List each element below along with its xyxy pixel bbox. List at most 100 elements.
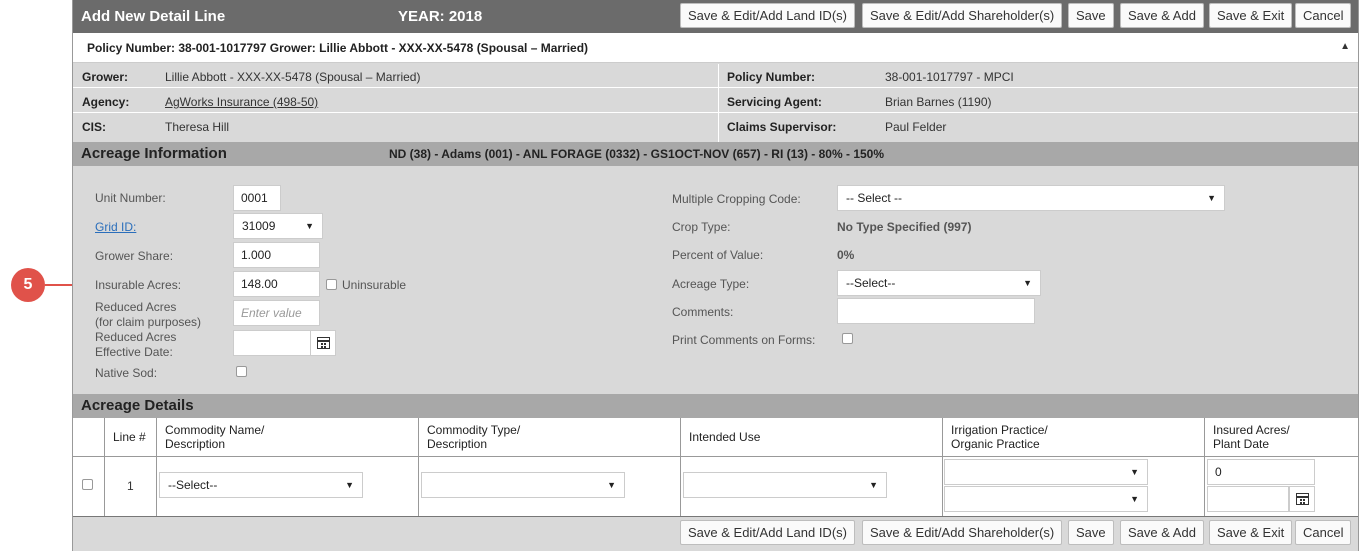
reduced-date-input[interactable]: [233, 330, 311, 356]
row-select-checkbox[interactable]: [82, 479, 93, 490]
comments-input[interactable]: [837, 298, 1035, 324]
servicing-agent-value: Brian Barnes (1190): [885, 95, 992, 109]
policy-number-value: 38-001-1017797 - MPCI: [885, 70, 1014, 84]
comments-label: Comments:: [672, 305, 734, 319]
commodity-type-select[interactable]: ▼: [421, 472, 625, 498]
grid-id-select[interactable]: 31009 ▼: [233, 213, 323, 239]
insured-acres-input[interactable]: 0: [1207, 459, 1315, 485]
line-number-cell: 1: [105, 457, 157, 516]
grower-value: Lillie Abbott - XXX-XX-5478 (Spousal – M…: [165, 70, 421, 84]
grid-id-link[interactable]: Grid ID:: [95, 220, 136, 234]
claims-supervisor-label: Claims Supervisor:: [727, 120, 837, 134]
acreage-information-subtitle: ND (38) - Adams (001) - ANL FORAGE (0332…: [389, 147, 885, 161]
insured-acres-cell: 0: [1205, 457, 1359, 516]
cancel-button[interactable]: Cancel: [1295, 3, 1352, 28]
crop-type-label: Crop Type:: [672, 220, 731, 234]
insurable-acres-input[interactable]: 148.00: [233, 271, 320, 297]
irrigation-practice-select[interactable]: ▼: [944, 459, 1148, 485]
unit-number-label: Unit Number:: [95, 191, 166, 205]
cis-label: CIS:: [82, 120, 106, 134]
intended-use-column-header: Intended Use: [681, 418, 943, 457]
step-callout-badge: 5: [11, 268, 45, 302]
info-divider: [718, 64, 719, 143]
chevron-down-icon: ▼: [345, 480, 354, 490]
irrigation-cell: ▼ ▼: [943, 457, 1205, 516]
reduced-acres-input[interactable]: Enter value: [233, 300, 320, 326]
chevron-down-icon: ▼: [1023, 278, 1032, 288]
reduced-acres-label: Reduced Acres: [95, 300, 177, 314]
acreage-type-label: Acreage Type:: [672, 277, 750, 291]
acreage-details-header: Acreage Details: [73, 394, 1358, 418]
line-column-header: Line #: [105, 418, 157, 457]
info-row-grower: Grower: Lillie Abbott - XXX-XX-5478 (Spo…: [73, 64, 1358, 88]
grower-share-label: Grower Share:: [95, 249, 174, 263]
footer-save-edit-land-ids-button[interactable]: Save & Edit/Add Land ID(s): [680, 520, 855, 545]
grower-label: Grower:: [82, 70, 129, 84]
insured-acres-column-header: Insured Acres/Plant Date: [1205, 418, 1359, 457]
percent-of-value-value: 0%: [837, 248, 855, 262]
native-sod-checkbox[interactable]: [236, 366, 247, 377]
panel-header: Add New Detail Line YEAR: 2018 Save & Ed…: [73, 0, 1358, 33]
intended-use-select[interactable]: ▼: [683, 472, 887, 498]
acreage-type-value: --Select--: [846, 276, 896, 290]
reduced-acres-sublabel: (for claim purposes): [95, 315, 202, 329]
commodity-name-cell: --Select-- ▼: [157, 457, 419, 516]
footer-save-and-exit-button[interactable]: Save & Exit: [1209, 520, 1293, 545]
crop-type-value: No Type Specified (997): [837, 220, 972, 234]
plant-date-input[interactable]: [1207, 486, 1289, 512]
agency-link[interactable]: AgWorks Insurance (498-50): [165, 95, 318, 109]
reduced-date-label: Reduced Acres: [95, 330, 177, 344]
commodity-type-column-header: Commodity Type/Description: [419, 418, 681, 457]
native-sod-label: Native Sod:: [95, 366, 158, 380]
organic-practice-select[interactable]: ▼: [944, 486, 1148, 512]
acreage-details-title: Acreage Details: [81, 397, 194, 414]
multiple-cropping-code-select[interactable]: -- Select -- ▼: [837, 185, 1225, 211]
plant-date-calendar-button[interactable]: [1289, 486, 1315, 512]
year-label: YEAR: 2018: [398, 8, 483, 25]
irrigation-header-line1: Irrigation Practice/: [951, 423, 1048, 437]
panel-footer: Save & Edit/Add Land ID(s) Save & Edit/A…: [73, 517, 1358, 551]
footer-cancel-button[interactable]: Cancel: [1295, 520, 1352, 545]
save-edit-shareholders-button[interactable]: Save & Edit/Add Shareholder(s): [862, 3, 1063, 28]
uninsurable-label: Uninsurable: [342, 278, 407, 292]
multiple-cropping-code-label: Multiple Cropping Code:: [672, 192, 801, 206]
save-and-exit-button[interactable]: Save & Exit: [1209, 3, 1293, 28]
select-column-header: [73, 418, 105, 457]
save-and-add-button[interactable]: Save & Add: [1120, 3, 1204, 28]
footer-save-button[interactable]: Save: [1068, 520, 1114, 545]
add-detail-line-panel: Add New Detail Line YEAR: 2018 Save & Ed…: [72, 0, 1359, 551]
acreage-information-title: Acreage Information: [81, 145, 227, 162]
percent-of-value-label: Percent of Value:: [672, 248, 764, 262]
chevron-down-icon: ▼: [607, 480, 616, 490]
info-row-cis: CIS: Theresa Hill Claims Supervisor: Pau…: [73, 114, 1358, 138]
reduced-date-calendar-button[interactable]: [310, 330, 336, 356]
cis-value: Theresa Hill: [165, 120, 230, 134]
footer-save-and-add-button[interactable]: Save & Add: [1120, 520, 1204, 545]
save-button[interactable]: Save: [1068, 3, 1114, 28]
line-header-label: Line #: [113, 430, 146, 444]
grid-id-value: 31009: [242, 219, 276, 233]
save-edit-land-ids-button[interactable]: Save & Edit/Add Land ID(s): [680, 3, 855, 28]
acreage-details-table: Line # Commodity Name/Description Commod…: [73, 418, 1359, 517]
policy-summary-bar[interactable]: Policy Number: 38-001-1017797 Grower: Li…: [73, 33, 1358, 63]
grower-share-input[interactable]: 1.000: [233, 242, 320, 268]
commodity-type-header-line2: Description: [427, 437, 488, 451]
policy-number-label: Policy Number:: [727, 70, 816, 84]
footer-save-edit-shareholders-button[interactable]: Save & Edit/Add Shareholder(s): [862, 520, 1063, 545]
print-comments-checkbox[interactable]: [842, 333, 853, 344]
intended-use-cell: ▼: [681, 457, 943, 516]
uninsurable-checkbox[interactable]: [326, 279, 337, 290]
intended-use-header-label: Intended Use: [689, 430, 761, 444]
commodity-type-cell: ▼: [419, 457, 681, 516]
commodity-type-header-line1: Commodity Type/: [427, 423, 521, 437]
commodity-name-select[interactable]: --Select-- ▼: [159, 472, 363, 498]
line-number-value: 1: [127, 479, 134, 493]
calendar-icon: [1295, 493, 1309, 505]
chevron-down-icon: ▼: [1130, 467, 1139, 477]
acreage-type-select[interactable]: --Select-- ▼: [837, 270, 1041, 296]
collapse-caret-icon[interactable]: ▲: [1340, 41, 1350, 52]
acreage-information-header: Acreage Information ND (38) - Adams (001…: [73, 142, 1358, 166]
unit-number-input[interactable]: 0001: [233, 185, 281, 211]
info-row-agency: Agency: AgWorks Insurance (498-50) Servi…: [73, 89, 1358, 113]
panel-title: Add New Detail Line: [81, 8, 226, 25]
